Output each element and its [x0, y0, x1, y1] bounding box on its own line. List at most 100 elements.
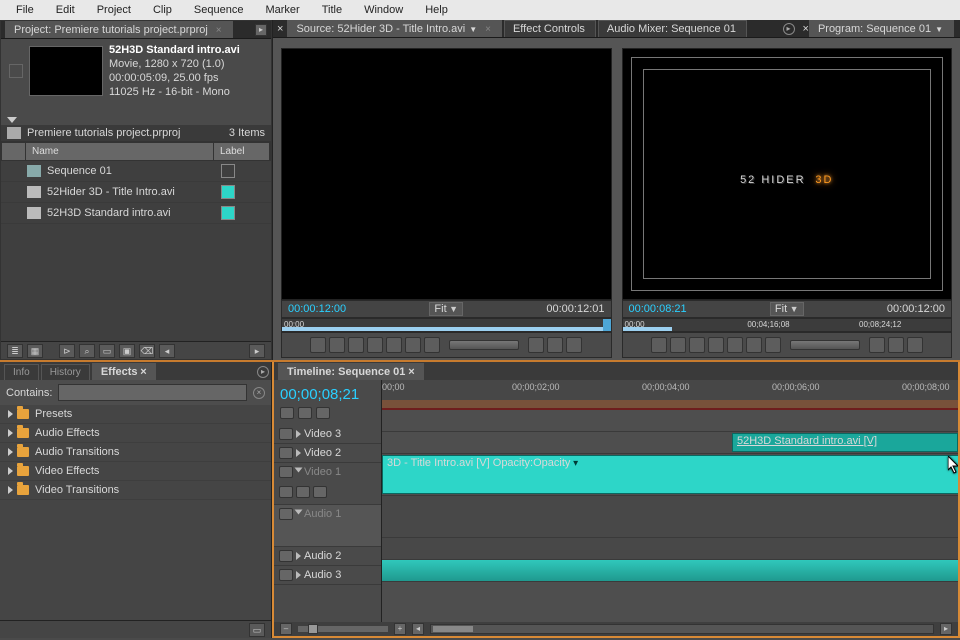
track-header-v3[interactable]: Video 3 — [274, 425, 381, 444]
close-icon[interactable]: × — [408, 366, 414, 378]
track-v2[interactable]: 52H3D Standard intro.avi [V] — [382, 432, 958, 454]
horizontal-scrollbar[interactable] — [430, 624, 934, 634]
step-fwd-icon[interactable] — [405, 337, 421, 353]
poster-prev-icon[interactable] — [9, 64, 23, 78]
toggle-track-icon[interactable] — [279, 569, 293, 581]
label-swatch[interactable] — [221, 206, 235, 220]
tab-info[interactable]: Info — [4, 364, 39, 380]
menu-edit[interactable]: Edit — [46, 2, 85, 18]
extract-icon[interactable] — [888, 337, 904, 353]
marker-tool-icon[interactable] — [298, 407, 312, 419]
timeline-clip[interactable]: 52H3D Standard intro.avi [V] — [732, 433, 958, 452]
menu-file[interactable]: File — [6, 2, 44, 18]
effects-category[interactable]: Video Effects — [0, 462, 271, 481]
tab-audio-mixer[interactable]: Audio Mixer: Sequence 01 — [598, 20, 747, 37]
find-icon[interactable]: ⌕ — [79, 344, 95, 358]
tab-effects[interactable]: Effects × — [92, 363, 156, 380]
close-icon[interactable]: × — [277, 23, 283, 35]
disclosure-icon[interactable] — [296, 552, 301, 560]
list-item[interactable]: 52H3D Standard intro.avi — [1, 203, 271, 224]
timeline-clip-audio[interactable] — [382, 560, 958, 581]
play-icon[interactable] — [386, 337, 402, 353]
automate-icon[interactable]: ⊳ — [59, 344, 75, 358]
overwrite-icon[interactable] — [566, 337, 582, 353]
list-item[interactable]: Sequence 01 — [1, 161, 271, 182]
disclosure-icon[interactable] — [296, 449, 301, 457]
source-canvas[interactable] — [281, 48, 612, 300]
panel-menu-icon[interactable]: ▸ — [257, 366, 269, 378]
tab-history[interactable]: History — [41, 364, 90, 380]
prev-icon[interactable]: ◂ — [159, 344, 175, 358]
tab-timeline[interactable]: Timeline: Sequence 01 × — [278, 363, 424, 380]
close-icon[interactable]: × — [485, 24, 491, 35]
scroll-right-icon[interactable]: ▸ — [940, 623, 952, 635]
delete-icon[interactable]: ⌫ — [139, 344, 155, 358]
label-swatch[interactable] — [221, 185, 235, 199]
toggle-track-icon[interactable] — [279, 447, 293, 459]
disclosure-icon[interactable] — [296, 571, 301, 579]
zoom-in-icon[interactable]: + — [394, 623, 406, 635]
menu-sequence[interactable]: Sequence — [184, 2, 254, 18]
menu-help[interactable]: Help — [415, 2, 458, 18]
set-out-icon[interactable] — [670, 337, 686, 353]
step-back-icon[interactable] — [708, 337, 724, 353]
work-area-bar[interactable] — [382, 400, 958, 408]
tool-icon[interactable] — [316, 407, 330, 419]
source-timecode-current[interactable]: 00:00:12:00 — [288, 303, 346, 315]
toggle-track-icon[interactable] — [279, 550, 293, 562]
track-header-a2[interactable]: Audio 2 — [274, 547, 381, 566]
track-a1[interactable] — [382, 496, 958, 538]
timeline-timecode[interactable]: 00;00;08;21 — [274, 380, 381, 405]
track-a2[interactable] — [382, 538, 958, 560]
timeline-ruler[interactable]: 00;00 00;00;02;00 00;00;04;00 00;00;06;0… — [382, 380, 958, 410]
menu-clip[interactable]: Clip — [143, 2, 182, 18]
program-ruler[interactable]: 00;00 00;04;16;08 00;08;24;12 — [622, 318, 953, 332]
track-header-v1[interactable]: Video 1 — [274, 463, 381, 505]
effects-search-input[interactable] — [58, 384, 247, 401]
timeline-tracks[interactable]: 00;00 00;00;02;00 00;00;04;00 00;00;06;0… — [382, 380, 958, 622]
step-fwd-icon[interactable] — [746, 337, 762, 353]
goto-in-icon[interactable] — [348, 337, 364, 353]
snap-icon[interactable] — [280, 407, 294, 419]
fit-dropdown[interactable]: Fit ▼ — [429, 302, 463, 316]
play-preview-icon[interactable] — [7, 117, 17, 123]
shuttle-slider[interactable] — [449, 340, 519, 350]
timeline-clip[interactable]: 3D - Title Intro.avi [V] Opacity:Opacity… — [382, 455, 958, 494]
track-header-a3[interactable]: Audio 3 — [274, 566, 381, 585]
effects-category[interactable]: Audio Transitions — [0, 443, 271, 462]
playhead-icon[interactable] — [603, 319, 611, 331]
tab-effect-controls[interactable]: Effect Controls — [504, 20, 596, 37]
disclosure-icon[interactable] — [295, 510, 303, 515]
goto-out-icon[interactable] — [765, 337, 781, 353]
panel-menu-icon[interactable]: ▸ — [783, 23, 795, 35]
scroll-left-icon[interactable]: ◂ — [412, 623, 424, 635]
effects-category[interactable]: Video Transitions — [0, 481, 271, 500]
disclosure-icon[interactable] — [296, 430, 301, 438]
project-tab[interactable]: Project: Premiere tutorials project.prpr… — [5, 21, 233, 38]
effects-category[interactable]: Audio Effects — [0, 424, 271, 443]
shuttle-slider[interactable] — [790, 340, 860, 350]
step-back-icon[interactable] — [367, 337, 383, 353]
toggle-track-icon[interactable] — [279, 508, 293, 520]
lift-icon[interactable] — [869, 337, 885, 353]
source-ruler[interactable]: 00:00 — [281, 318, 612, 332]
track-header-v2[interactable]: Video 2 — [274, 444, 381, 463]
menu-window[interactable]: Window — [354, 2, 413, 18]
menu-title[interactable]: Title — [312, 2, 352, 18]
panel-menu-icon[interactable]: ▸ — [255, 24, 267, 36]
zoom-out-icon[interactable]: – — [280, 623, 292, 635]
track-header-a1[interactable]: Audio 1 — [274, 505, 381, 547]
tab-source[interactable]: Source: 52Hider 3D - Title Intro.avi▼× — [287, 20, 502, 37]
program-timecode-current[interactable]: 00:00:08:21 — [629, 303, 687, 315]
label-swatch[interactable] — [221, 164, 235, 178]
set-in-icon[interactable] — [651, 337, 667, 353]
set-in-icon[interactable] — [310, 337, 326, 353]
track-a3[interactable] — [382, 560, 958, 582]
track-opt-icon[interactable] — [296, 486, 310, 498]
export-frame-icon[interactable] — [907, 337, 923, 353]
toggle-track-icon[interactable] — [279, 428, 293, 440]
goto-in-icon[interactable] — [689, 337, 705, 353]
disclosure-icon[interactable] — [295, 468, 303, 473]
menu-marker[interactable]: Marker — [255, 2, 309, 18]
keyframe-icon[interactable] — [279, 486, 293, 498]
